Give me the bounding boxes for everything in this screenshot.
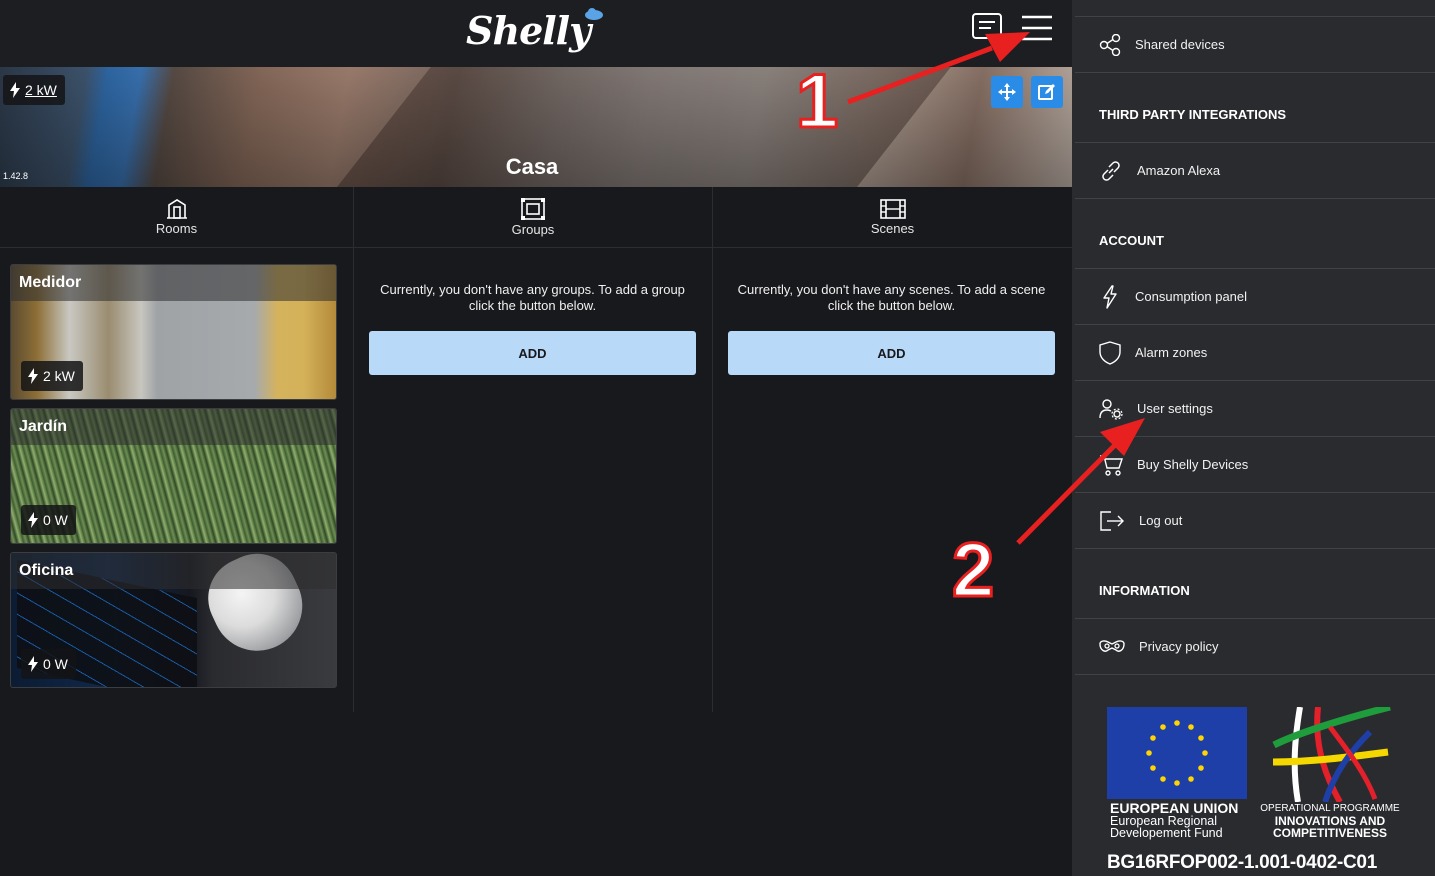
main-panel: Shelly 2 kW 1.42.8 Casa Rooms Groups Sce… xyxy=(0,0,1072,876)
menu-item-label: Log out xyxy=(1139,513,1183,528)
scenes-empty-message: Currently, you don't have any scenes. To… xyxy=(737,282,1046,313)
top-bar: Shelly xyxy=(0,0,1072,67)
operational-programme-label: OPERATIONAL PROGRAMME INNOVATIONS AND CO… xyxy=(1260,803,1400,840)
room-name: Jardín xyxy=(19,418,68,435)
total-power-value: 2 kW xyxy=(25,82,57,98)
home-banner: 2 kW 1.42.8 Casa xyxy=(0,67,1072,187)
shelly-logo: Shelly xyxy=(466,8,591,53)
shield-icon xyxy=(1099,340,1121,365)
tab-scenes[interactable]: Scenes xyxy=(712,187,1072,248)
tab-groups-label: Groups xyxy=(511,222,555,237)
menu-item-label: Shared devices xyxy=(1135,37,1225,52)
tab-rooms[interactable]: Rooms xyxy=(0,187,353,248)
menu-item-user-settings[interactable]: User settings xyxy=(1075,381,1435,437)
eu-fund-label: EUROPEAN UNION European Regional Develop… xyxy=(1110,800,1239,840)
section-heading-label: INFORMATION xyxy=(1099,583,1190,598)
lightning-icon xyxy=(10,82,20,98)
lightning-icon xyxy=(1103,284,1117,309)
column-divider xyxy=(712,248,713,712)
menu-item-label: Privacy policy xyxy=(1139,639,1219,654)
privacy-mask-icon xyxy=(1099,639,1125,652)
app-root: Shelly 2 kW 1.42.8 Casa Rooms Groups Sce… xyxy=(0,0,1435,876)
tab-rooms-label: Rooms xyxy=(155,221,198,236)
location-title: Casa xyxy=(505,154,559,179)
room-name: Medidor xyxy=(19,274,82,291)
menu-item-amazon-alexa[interactable]: Amazon Alexa xyxy=(1075,143,1435,199)
groups-icon xyxy=(521,198,545,220)
share-icon xyxy=(1099,33,1121,56)
logout-icon xyxy=(1100,510,1124,531)
cloud-icon xyxy=(585,8,603,20)
menu-item-label: Alarm zones xyxy=(1135,345,1208,360)
tab-groups[interactable]: Groups xyxy=(353,187,712,248)
shopping-cart-icon xyxy=(1100,454,1123,476)
eu-flag-logo xyxy=(1107,707,1247,799)
menu-item-log-out[interactable]: Log out xyxy=(1075,493,1435,549)
annotation-step-1: 1 xyxy=(794,58,839,146)
menu-item-buy-shelly-devices[interactable]: Buy Shelly Devices xyxy=(1075,437,1435,493)
menu-item-alarm-zones[interactable]: Alarm zones xyxy=(1075,325,1435,381)
edit-icon xyxy=(1038,84,1055,100)
section-heading-information: INFORMATION xyxy=(1075,549,1435,619)
tab-scenes-label: Scenes xyxy=(870,221,915,236)
add-group-button[interactable]: ADD xyxy=(369,331,696,375)
hamburger-menu-icon[interactable] xyxy=(1020,14,1054,42)
menu-item-shared-devices[interactable]: Shared devices xyxy=(1075,17,1435,73)
room-power-value: 0 W xyxy=(43,512,68,528)
room-card-medidor[interactable]: Medidor 2 kW xyxy=(10,264,337,400)
room-power-value: 2 kW xyxy=(43,368,75,384)
lightning-icon xyxy=(28,656,38,672)
room-card-jardin[interactable]: Jardín 0 W xyxy=(10,408,337,544)
room-name: Oficina xyxy=(19,562,74,579)
section-heading-label: ACCOUNT xyxy=(1099,233,1164,248)
operational-programme-logo xyxy=(1272,707,1391,802)
section-heading-account: ACCOUNT xyxy=(1075,199,1435,269)
room-power-badge: 0 W xyxy=(21,505,76,535)
notifications-icon[interactable] xyxy=(971,12,1005,42)
lightning-icon xyxy=(28,368,38,384)
annotation-step-2: 2 xyxy=(950,527,995,615)
room-power-badge: 0 W xyxy=(21,649,76,679)
room-power-badge: 2 kW xyxy=(21,361,83,391)
room-power-value: 0 W xyxy=(43,656,68,672)
menu-item-label: User settings xyxy=(1137,401,1213,416)
rooms-icon xyxy=(166,199,187,219)
menu-item-privacy-policy[interactable]: Privacy policy xyxy=(1075,619,1435,675)
grant-code: BG16RFOP002-1.001-0402-C01 xyxy=(1107,852,1377,873)
film-icon xyxy=(879,199,906,219)
link-icon xyxy=(1102,160,1120,181)
groups-empty-message: Currently, you don't have any groups. To… xyxy=(380,282,685,313)
menu-item-label: Consumption panel xyxy=(1135,289,1248,304)
add-scene-button[interactable]: ADD xyxy=(728,331,1055,375)
move-arrows-icon xyxy=(998,83,1016,101)
column-divider xyxy=(353,248,354,712)
section-heading-third-party: THIRD PARTY INTEGRATIONS xyxy=(1075,73,1435,143)
total-power-badge[interactable]: 2 kW xyxy=(3,75,65,105)
menu-item-label: Buy Shelly Devices xyxy=(1137,457,1249,472)
section-heading-label: THIRD PARTY INTEGRATIONS xyxy=(1099,107,1287,122)
move-button[interactable] xyxy=(991,76,1023,108)
edit-button[interactable] xyxy=(1031,76,1063,108)
tab-bar: Rooms Groups Scenes xyxy=(0,187,1072,248)
lightning-icon xyxy=(28,512,38,528)
menu-item-consumption-panel[interactable]: Consumption panel xyxy=(1075,269,1435,325)
room-card-oficina[interactable]: Oficina 0 W xyxy=(10,552,337,688)
menu-item-label: Amazon Alexa xyxy=(1137,163,1221,178)
user-settings-icon xyxy=(1099,398,1123,420)
